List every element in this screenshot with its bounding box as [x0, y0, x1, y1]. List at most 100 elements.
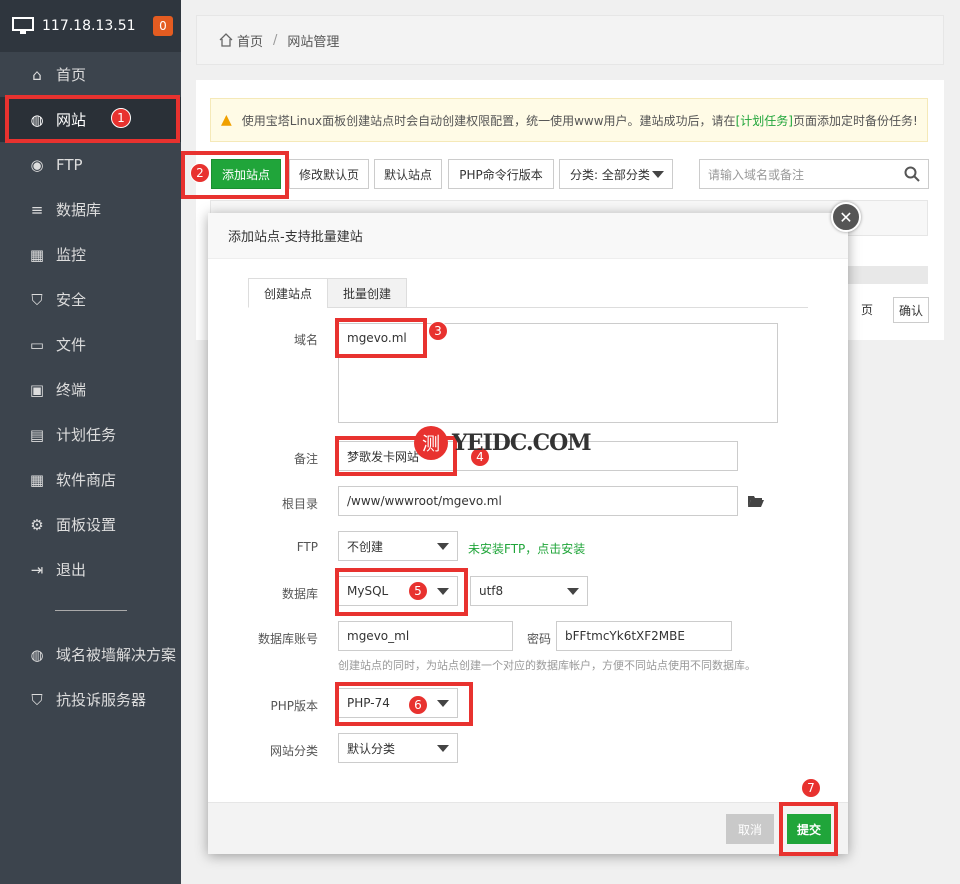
- terminal-icon: ▣: [29, 380, 45, 399]
- database-icon: ≡: [30, 200, 44, 219]
- sidebar-item-label: 终端: [56, 381, 87, 399]
- tab-create-site[interactable]: 创建站点: [248, 278, 328, 308]
- close-icon[interactable]: ✕: [831, 202, 861, 232]
- database-label: 数据库: [281, 587, 318, 601]
- search-icon[interactable]: [904, 166, 920, 182]
- sidebar-item-label: 监控: [56, 246, 87, 264]
- sidebar-item-0[interactable]: ⌂ 首页: [0, 52, 181, 97]
- folder-open-icon[interactable]: [748, 495, 764, 507]
- site-category-value: 默认分类: [347, 741, 396, 756]
- ftp-install-link[interactable]: 未安装FTP，点击安装: [468, 540, 585, 557]
- sidebar-item-label: 软件商店: [56, 471, 117, 489]
- remark-label: 备注: [293, 452, 318, 466]
- annotation-box-7: [779, 802, 838, 856]
- chevron-down-icon: [652, 171, 664, 178]
- sidebar-item-13[interactable]: ⛉ 抗投诉服务器: [0, 677, 181, 722]
- watermark-logo: 测 YEIDC.COM: [414, 426, 592, 460]
- db-password-label: 密码: [526, 632, 551, 646]
- notice-text-after: 页面添加定时备份任务!: [792, 113, 918, 128]
- shield-icon: ⛉: [31, 290, 43, 309]
- domain-label: 域名: [293, 333, 318, 347]
- chevron-down-icon: [567, 588, 579, 595]
- cancel-button[interactable]: 取消: [726, 814, 774, 844]
- annotation-num-5: 5: [408, 581, 428, 601]
- category-filter-select[interactable]: 分类: 全部分类: [559, 159, 673, 189]
- monitor-icon: [12, 17, 34, 34]
- apps-icon: ▦: [29, 470, 45, 489]
- monitor-icon: ▦: [29, 245, 45, 264]
- site-category-select[interactable]: 默认分类: [338, 733, 458, 763]
- notice-text-before: 使用宝塔Linux面板创建站点时会自动创建权限配置，统一使用www用户。建站成功…: [241, 113, 736, 128]
- root-label: 根目录: [281, 497, 318, 511]
- pager-confirm-button[interactable]: 确认: [893, 297, 929, 323]
- chevron-down-icon: [437, 745, 449, 752]
- add-site-dialog: 添加站点-支持批量建站 创建站点 批量创建 域名 mgevo.ml 备注 梦歌发…: [208, 213, 848, 854]
- sidebar-item-4[interactable]: ▦ 监控: [0, 232, 181, 277]
- tab-batch-create[interactable]: 批量创建: [327, 278, 407, 308]
- sidebar-item-label: 抗投诉服务器: [56, 691, 147, 709]
- warning-icon: ▲: [221, 112, 232, 128]
- watermark-glyph: 测: [414, 426, 448, 460]
- annotation-num-2: 2: [190, 163, 210, 183]
- sidebar-item-label: 首页: [56, 66, 87, 84]
- edit-default-page-button[interactable]: 修改默认页: [289, 159, 369, 189]
- home-icon: ⌂: [32, 65, 42, 84]
- server-ip: 117.18.13.51: [42, 18, 136, 34]
- chevron-down-icon: [437, 543, 449, 550]
- sidebar-item-label: 域名被墙解决方案: [56, 646, 177, 664]
- sidebar-item-label: 数据库: [56, 201, 102, 219]
- sidebar-item-label: FTP: [56, 155, 83, 174]
- search-input[interactable]: 请输入域名或备注: [699, 159, 929, 189]
- sidebar-item-7[interactable]: ▣ 终端: [0, 367, 181, 412]
- dialog-title: 添加站点-支持批量建站: [208, 213, 848, 259]
- breadcrumb-home[interactable]: 首页: [237, 31, 263, 50]
- gear-icon: ⚙: [30, 515, 44, 534]
- ftp-label: FTP: [296, 540, 318, 554]
- db-password-input[interactable]: bFFtmcYk6tXF2MBE: [556, 621, 732, 651]
- annotation-num-3: 3: [428, 321, 448, 341]
- annotation-box-5: [335, 568, 468, 616]
- sidebar-item-label: 退出: [56, 561, 87, 579]
- db-hint: 创建站点的同时，为站点创建一个对应的数据库帐户，方便不同站点使用不同数据库。: [338, 659, 756, 672]
- sidebar-item-10[interactable]: ⚙ 面板设置: [0, 502, 181, 547]
- search-placeholder: 请输入域名或备注: [708, 167, 805, 182]
- db-user-value: mgevo_ml: [347, 629, 410, 643]
- annotation-num-6: 6: [408, 695, 428, 715]
- logout-icon: ⇥: [30, 560, 44, 579]
- annotation-box-1: [5, 95, 180, 143]
- sidebar-item-2[interactable]: ◉ FTP: [0, 142, 181, 187]
- category-filter-value: 分类: 全部分类: [570, 167, 650, 182]
- sidebar-item-5[interactable]: ⛉ 安全: [0, 277, 181, 322]
- calendar-icon: ▤: [29, 425, 45, 444]
- notification-badge[interactable]: 0: [153, 16, 173, 36]
- globe-lock-icon: ◍: [30, 645, 44, 664]
- breadcrumb-current: 网站管理: [287, 34, 340, 50]
- sidebar-item-label: 计划任务: [56, 426, 117, 444]
- sidebar-item-8[interactable]: ▤ 计划任务: [0, 412, 181, 457]
- default-site-button[interactable]: 默认站点: [374, 159, 442, 189]
- sidebar-divider: [55, 610, 127, 611]
- sidebar-item-11[interactable]: ⇥ 退出: [0, 547, 181, 592]
- charset-value: utf8: [479, 584, 504, 598]
- sidebar-item-label: 面板设置: [56, 516, 117, 534]
- shield-check-icon: ⛉: [31, 690, 43, 709]
- cron-link[interactable]: [计划任务]: [736, 112, 793, 129]
- watermark-text: YEIDC.COM: [452, 430, 592, 456]
- ftp-select[interactable]: 不创建: [338, 531, 458, 561]
- breadcrumb: 首页 / 网站管理: [196, 15, 944, 65]
- sidebar-item-3[interactable]: ≡ 数据库: [0, 187, 181, 232]
- home-icon[interactable]: [219, 33, 233, 47]
- php-cli-version-button[interactable]: PHP命令行版本: [448, 159, 554, 189]
- root-dir-input[interactable]: /www/wwwroot/mgevo.ml: [338, 486, 738, 516]
- sidebar-item-6[interactable]: ▭ 文件: [0, 322, 181, 367]
- breadcrumb-separator: /: [273, 32, 278, 48]
- sidebar-item-12[interactable]: ◍ 域名被墙解决方案: [0, 632, 181, 677]
- notice-bar: ▲ 使用宝塔Linux面板创建站点时会自动创建权限配置，统一使用www用户。建站…: [210, 98, 928, 142]
- charset-select[interactable]: utf8: [470, 576, 588, 606]
- php-label: PHP版本: [270, 699, 319, 713]
- dialog-tabs: 创建站点 批量创建: [248, 278, 808, 308]
- ftp-icon: ◉: [30, 155, 44, 174]
- server-header: 117.18.13.51 0: [0, 0, 181, 52]
- db-password-value: bFFtmcYk6tXF2MBE: [565, 629, 685, 643]
- sidebar-item-9[interactable]: ▦ 软件商店: [0, 457, 181, 502]
